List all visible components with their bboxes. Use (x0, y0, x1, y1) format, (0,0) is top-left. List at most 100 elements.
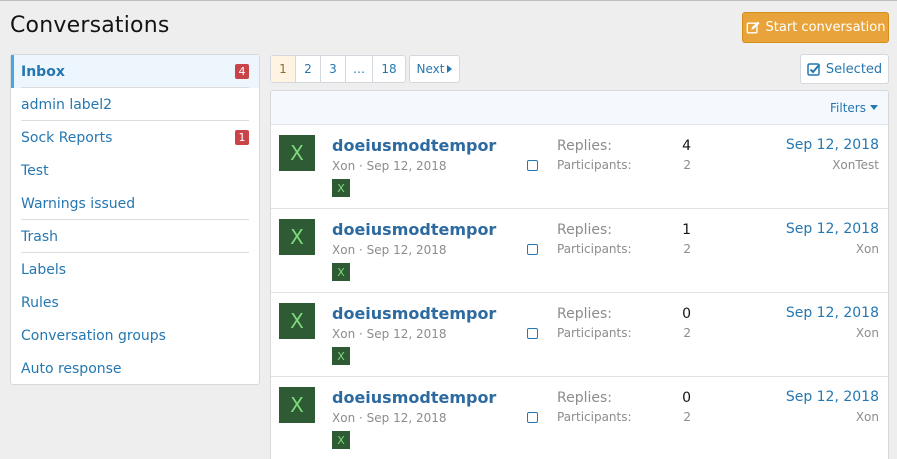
selected-label: Selected (825, 61, 883, 77)
sidebar-item-label: Trash (21, 228, 58, 245)
sidebar-item-label: Labels (21, 261, 67, 278)
sidebar-item-label: Warnings issued (21, 195, 136, 212)
compose-icon (746, 20, 760, 33)
start-conversation-button[interactable]: Start conversation (742, 12, 889, 43)
participants-count: 2 (683, 242, 691, 256)
replies-count: 0 (682, 306, 691, 322)
sidebar-item-warnings-issued[interactable]: Warnings issued (11, 187, 259, 220)
author-link[interactable]: Xon (332, 411, 355, 425)
sidebar-item-label: Sock Reports (21, 129, 113, 146)
unread-count-badge: 4 (235, 64, 249, 79)
last-message-user[interactable]: Xon (856, 242, 879, 256)
participant-avatar[interactable]: X (332, 179, 350, 197)
sidebar-item-trash[interactable]: Trash (11, 220, 259, 253)
sidebar-item-conversation-groups[interactable]: Conversation groups (11, 319, 259, 352)
chevron-right-icon (447, 65, 453, 73)
avatar[interactable]: X (279, 387, 315, 423)
start-conversation-label: Start conversation (765, 20, 886, 35)
replies-label: Replies: (557, 222, 613, 238)
author-link[interactable]: Xon (332, 243, 355, 257)
select-checkbox[interactable] (527, 244, 538, 255)
conversation-meta: Xon · Sep 12, 2018 (332, 243, 447, 257)
conversation-row: X doeiusmodtempor Xon · Sep 12, 2018 X R… (271, 209, 888, 293)
conversation-row: X doeiusmodtempor Xon · Sep 12, 2018 X R… (271, 125, 888, 209)
replies-count: 1 (682, 222, 691, 238)
conversation-meta: Xon · Sep 12, 2018 (332, 327, 447, 341)
meta-separator: · (359, 327, 363, 341)
sidebar-item-auto-response[interactable]: Auto response (11, 352, 259, 385)
last-message-user[interactable]: Xon (856, 410, 879, 424)
start-date: Sep 12, 2018 (366, 243, 447, 257)
sidebar-item-label: Conversation groups (21, 327, 166, 344)
next-page-button[interactable]: Next (409, 55, 460, 83)
last-message-date[interactable]: Sep 12, 2018 (786, 221, 879, 237)
meta-separator: · (359, 159, 363, 173)
page-2-link[interactable]: 2 (296, 56, 321, 82)
sidebar-item-label: Rules (21, 294, 59, 311)
sidebar-item-sock-reports[interactable]: Sock Reports 1 (11, 121, 259, 154)
participant-avatar[interactable]: X (332, 431, 350, 449)
filter-bar: Filters (271, 91, 888, 125)
replies-label: Replies: (557, 138, 613, 154)
last-message-date[interactable]: Sep 12, 2018 (786, 389, 879, 405)
last-message-user[interactable]: Xon (856, 326, 879, 340)
sidebar-item-test[interactable]: Test (11, 154, 259, 187)
replies-count: 0 (682, 390, 691, 406)
conversation-meta: Xon · Sep 12, 2018 (332, 411, 447, 425)
unread-count-badge: 1 (235, 130, 249, 145)
participants-label: Participants: (557, 410, 632, 424)
meta-separator: · (359, 243, 363, 257)
sidebar-item-label: Auto response (21, 360, 122, 377)
participants-count: 2 (683, 410, 691, 424)
last-message-user[interactable]: XonTest (832, 158, 879, 172)
conversation-meta: Xon · Sep 12, 2018 (332, 159, 447, 173)
filters-label: Filters (830, 100, 866, 115)
select-checkbox[interactable] (527, 412, 538, 423)
filters-button[interactable]: Filters (830, 101, 878, 115)
conversation-row: X doeiusmodtempor Xon · Sep 12, 2018 X R… (271, 377, 888, 459)
participant-avatar[interactable]: X (332, 263, 350, 281)
sidebar-item-admin-label2[interactable]: admin label2 (11, 88, 259, 121)
start-date: Sep 12, 2018 (366, 159, 447, 173)
replies-count: 4 (682, 138, 691, 154)
conversation-title[interactable]: doeiusmodtempor (332, 304, 496, 323)
conversation-list-panel: Filters X doeiusmodtempor Xon · Sep 12, … (270, 90, 889, 459)
avatar[interactable]: X (279, 303, 315, 339)
conversation-title[interactable]: doeiusmodtempor (332, 136, 496, 155)
sidebar-item-labels[interactable]: Labels (11, 253, 259, 286)
conversation-row: X doeiusmodtempor Xon · Sep 12, 2018 X R… (271, 293, 888, 377)
participants-label: Participants: (557, 326, 632, 340)
page-3-link[interactable]: 3 (321, 56, 346, 82)
meta-separator: · (359, 411, 363, 425)
replies-label: Replies: (557, 306, 613, 322)
participants-label: Participants: (557, 242, 632, 256)
participant-avatar[interactable]: X (332, 347, 350, 365)
page-ellipsis-button[interactable]: … (346, 56, 373, 82)
replies-label: Replies: (557, 390, 613, 406)
selected-button[interactable]: Selected (800, 54, 889, 84)
start-date: Sep 12, 2018 (366, 327, 447, 341)
avatar[interactable]: X (279, 135, 315, 171)
page-title: Conversations (10, 13, 170, 38)
author-link[interactable]: Xon (332, 159, 355, 173)
checkbox-checked-icon (807, 63, 821, 76)
author-link[interactable]: Xon (332, 327, 355, 341)
select-checkbox[interactable] (527, 160, 538, 171)
last-message-date[interactable]: Sep 12, 2018 (786, 137, 879, 153)
conversation-title[interactable]: doeiusmodtempor (332, 388, 496, 407)
page-1-link[interactable]: 1 (271, 56, 296, 82)
pagination: 1 2 3 … 18 (270, 55, 406, 83)
caret-down-icon (870, 105, 878, 110)
avatar[interactable]: X (279, 219, 315, 255)
sidebar-item-rules[interactable]: Rules (11, 286, 259, 319)
sidebar-item-label: Test (21, 162, 49, 179)
sidebar-item-label: Inbox (21, 63, 65, 80)
sidebar-item-inbox[interactable]: Inbox 4 (11, 55, 259, 88)
page-18-link[interactable]: 18 (373, 56, 405, 82)
participants-label: Participants: (557, 158, 632, 172)
start-date: Sep 12, 2018 (366, 411, 447, 425)
conversation-title[interactable]: doeiusmodtempor (332, 220, 496, 239)
select-checkbox[interactable] (527, 328, 538, 339)
last-message-date[interactable]: Sep 12, 2018 (786, 305, 879, 321)
next-label: Next (416, 62, 445, 76)
